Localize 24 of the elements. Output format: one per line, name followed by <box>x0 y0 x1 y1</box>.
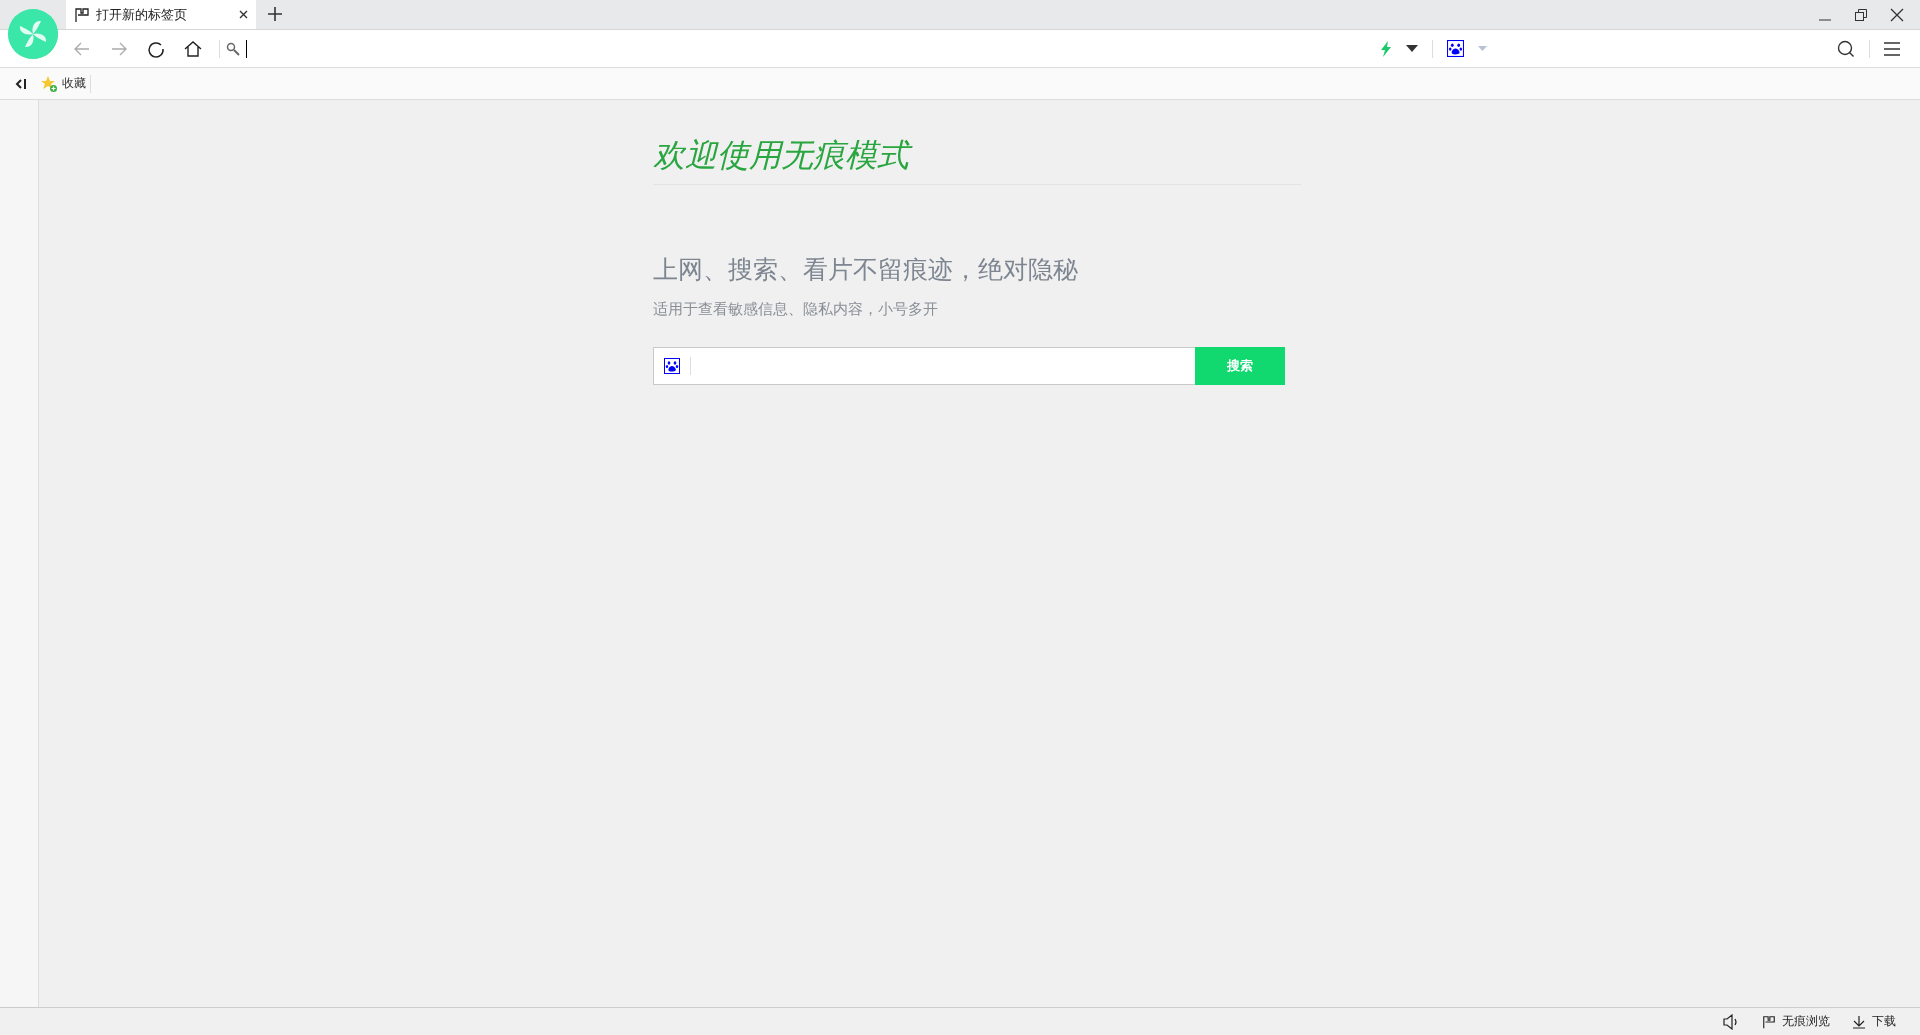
restore-icon[interactable] <box>1854 7 1868 22</box>
page-title: 欢迎使用无痕模式 <box>653 134 1301 185</box>
search-field[interactable] <box>653 347 1195 385</box>
speaker-icon[interactable] <box>1722 1013 1740 1030</box>
browser-tab[interactable]: 打开新的标签页 <box>66 0 256 29</box>
close-icon[interactable] <box>1890 7 1904 22</box>
close-icon[interactable] <box>239 10 248 19</box>
status-item[interactable]: 下载 <box>1872 1013 1896 1030</box>
menu-icon[interactable] <box>1884 41 1900 56</box>
star-icon <box>40 74 58 93</box>
download-icon <box>1852 1014 1866 1029</box>
status-item[interactable]: 无痕浏览 <box>1782 1013 1830 1030</box>
search-icon <box>226 41 240 56</box>
paw-icon <box>1447 40 1464 57</box>
flag-icon <box>1762 1014 1776 1029</box>
dropdown-icon[interactable] <box>1406 44 1418 53</box>
paw-icon <box>664 358 680 374</box>
flag-icon <box>74 6 90 23</box>
collapse-sidebar-icon[interactable] <box>14 77 28 90</box>
bookmark-link[interactable]: 收藏 <box>62 75 86 92</box>
search-icon[interactable] <box>1837 39 1855 58</box>
headline: 上网、搜索、看片不留痕迹，绝对隐秘 <box>653 254 1079 285</box>
home-icon[interactable] <box>183 38 203 59</box>
subtitle: 适用于查看敏感信息、隐私内容，小号多开 <box>653 300 939 319</box>
